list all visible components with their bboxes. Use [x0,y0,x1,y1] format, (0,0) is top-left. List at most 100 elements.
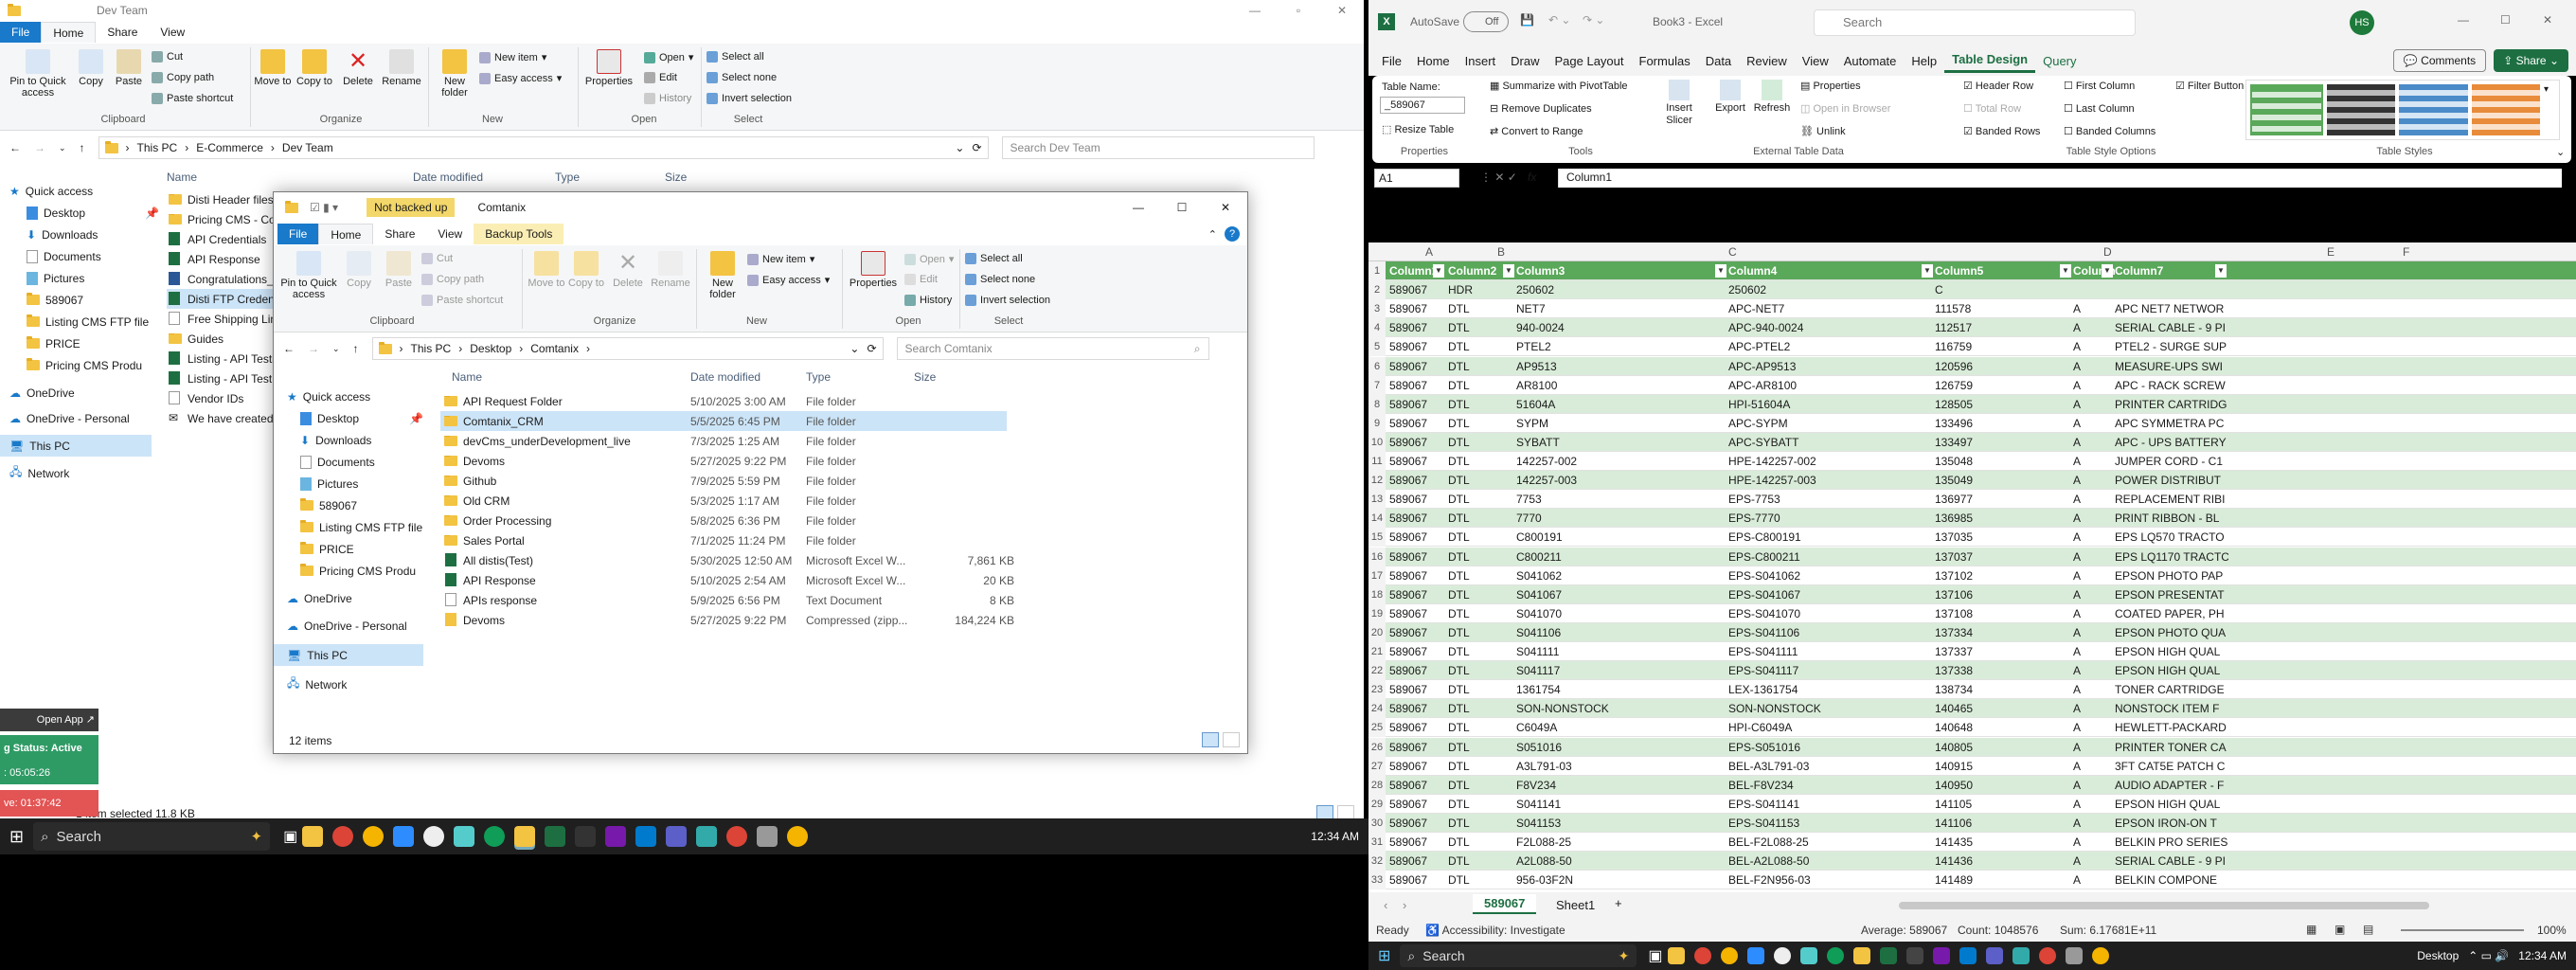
row-number[interactable]: 7 [1368,375,1386,395]
tab-view[interactable]: View [1795,48,1836,73]
cell[interactable]: APC-SYPM [1728,414,1935,433]
terminal-icon[interactable] [575,826,597,847]
cell[interactable]: A [2073,814,2115,833]
file-explorer-icon[interactable] [514,826,536,847]
cell[interactable]: 589067 [1389,814,1446,833]
cell[interactable]: 589067 [1389,548,1446,566]
cell[interactable]: 589067 [1389,490,1446,509]
cell[interactable]: A [2073,395,2115,414]
style-swatch-orange[interactable] [2471,84,2540,135]
recent-chevron-icon[interactable]: ⌄ [59,143,66,153]
properties-button[interactable]: Properties [846,251,901,289]
undo-icon[interactable]: ↶ ⌄ [1548,13,1570,27]
cell[interactable]: DTL [1448,852,1516,871]
row-number[interactable]: 30 [1368,813,1386,833]
file-explorer-icon[interactable] [302,826,324,847]
cell[interactable]: EPS-S041067 [1728,585,1935,604]
cell[interactable]: A [2073,776,2115,795]
cell[interactable]: HEWLETT-PACKARD [2115,718,2228,737]
cell[interactable]: DTL [1448,585,1516,604]
cell[interactable]: SYPM [1516,414,1728,433]
tab-home[interactable]: Home [1409,48,1458,73]
cell[interactable]: 589067 [1389,433,1446,452]
cell[interactable]: S041106 [1516,623,1728,642]
onenote-icon[interactable] [1932,947,1950,964]
back-arrow-icon[interactable]: ← [9,141,21,154]
col-letter-f[interactable]: F [2403,245,2409,259]
autosave-toggle[interactable]: Off [1463,11,1509,32]
tab-file[interactable]: File [0,22,42,43]
tab-page-layout[interactable]: Page Layout [1547,48,1632,73]
nav-onedrive[interactable]: ☁ OneDrive [287,587,423,609]
close-button[interactable]: ✕ [2543,13,2552,27]
cell[interactable]: BELKIN COMPONE [2115,871,2228,889]
cell[interactable]: 140805 [1935,738,2073,757]
cell[interactable]: 250602 [1516,280,1728,299]
row-number[interactable]: 19 [1368,603,1386,623]
cell[interactable]: 128505 [1935,395,2073,414]
column-header[interactable]: Column5 [1935,261,2073,280]
cell[interactable]: SYBATT [1516,433,1728,452]
row-number[interactable]: 24 [1368,699,1386,719]
filter-button-checkbox[interactable]: ☑ Filter Button [2175,80,2244,92]
chrome-icon[interactable] [787,826,809,847]
nav-this-pc[interactable]: 🖥 This PC [274,644,423,666]
sheet-tab-589067[interactable]: 589067 [1473,894,1537,914]
cell[interactable]: A [2073,623,2115,642]
cell[interactable]: HPI-51604A [1728,395,1935,414]
column-header[interactable]: Column3 [1516,261,1728,280]
col-name[interactable]: Name [452,370,482,384]
close-button[interactable]: ✕ [1204,201,1247,214]
row-number[interactable]: 3 [1368,299,1386,319]
nav-onedrive[interactable]: ☁ OneDrive [9,382,159,404]
cell[interactable]: 141106 [1935,814,2073,833]
cell[interactable]: 589067 [1389,376,1446,395]
list-item[interactable]: Order Processing 5/8/2025 6:36 PM File fol… [440,511,1007,530]
remove-duplicates-button[interactable]: ⊟ Remove Duplicates [1490,102,1592,115]
cell[interactable]: S041111 [1516,642,1728,661]
cell[interactable]: 589067 [1389,623,1446,642]
invert-selection-button[interactable]: Invert selection [707,93,792,104]
easy-access-button[interactable]: Easy access ▾ [747,274,830,286]
nav-this-pc[interactable]: 🖥 This PC [0,435,152,457]
cell[interactable]: S041117 [1516,661,1728,680]
tab-share[interactable]: Share [96,22,149,43]
cell[interactable]: EPSON PRESENTAT [2115,585,2228,604]
normal-view-icon[interactable]: ▦ [2306,923,2317,936]
table-row[interactable]: 13 589067 DTL 7753 EPS-7753 136977 A REPLACEMEN… [1368,490,2576,510]
nav-quick-access[interactable]: ★ Quick access [287,386,423,407]
cell[interactable]: A [2073,490,2115,509]
cell[interactable]: EPSON HIGH QUAL [2115,661,2228,680]
large-icons-view-icon[interactable] [1223,732,1240,747]
cell[interactable]: 589067 [1389,699,1446,718]
cell[interactable]: DTL [1448,680,1516,699]
unlink-button[interactable]: ⛓ Unlink [1800,125,1846,137]
row-number[interactable]: 27 [1368,756,1386,776]
cell[interactable]: EPS-7753 [1728,490,1935,509]
cell[interactable]: A [2073,433,2115,452]
row-number[interactable]: 29 [1368,794,1386,814]
paste-button[interactable]: Paste [110,49,148,87]
summarize-pivot-button[interactable]: ▦ Summarize with PivotTable [1490,80,1628,92]
page-layout-icon[interactable]: ▣ [2334,923,2345,936]
file-explorer-icon[interactable] [1852,947,1870,964]
col-letter-e[interactable]: E [2327,245,2334,259]
chrome-icon[interactable] [2038,947,2056,964]
nav-desktop[interactable]: Desktop 📌 [9,202,159,224]
move-to-button[interactable]: Move to [254,49,292,87]
zoom-level[interactable]: 100% [2537,924,2567,937]
row-number[interactable]: 15 [1368,528,1386,548]
row-number[interactable]: 22 [1368,661,1386,681]
cell[interactable]: 137106 [1935,585,2073,604]
cell[interactable]: A [2073,566,2115,585]
cell[interactable]: EPS LQ1170 TRACTC [2115,548,2228,566]
cell[interactable]: APC NET7 NETWOR [2115,299,2228,318]
col-size[interactable]: Size [914,370,936,384]
cell[interactable]: A [2073,337,2115,356]
file-explorer-icon[interactable] [1667,947,1685,964]
list-item[interactable]: APIs response 5/9/2025 6:56 PM Text Docume… [440,590,1014,610]
page-break-icon[interactable]: ▤ [2363,923,2373,936]
move-to-button[interactable]: Move to [528,251,565,289]
search-box[interactable]: Search Dev Team [1001,136,1315,159]
next-sheet-icon[interactable]: › [1403,898,1406,912]
